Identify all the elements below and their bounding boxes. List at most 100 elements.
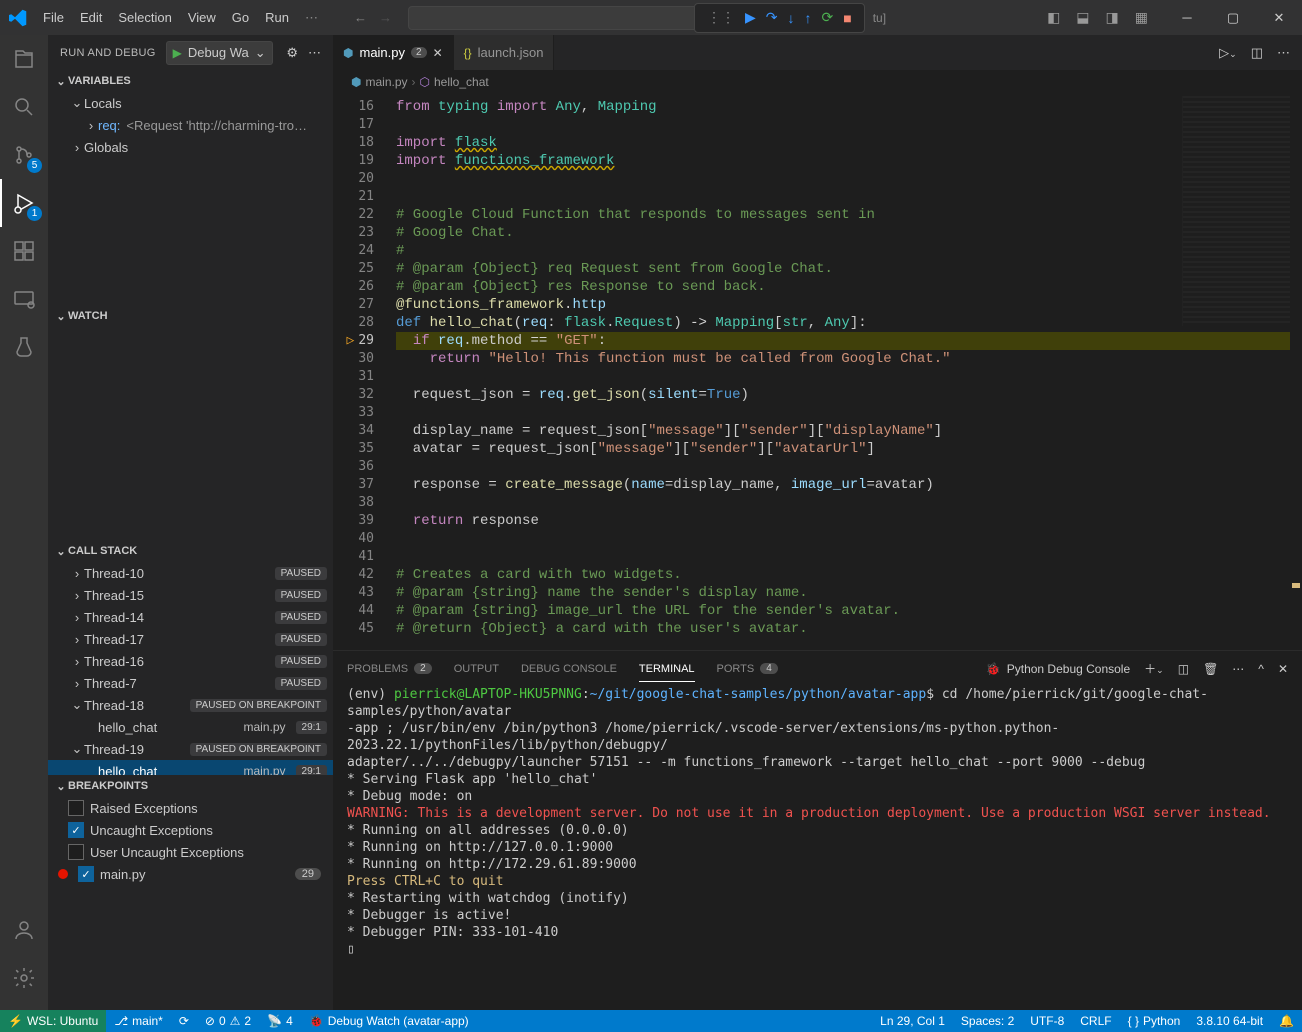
breadcrumb-symbol[interactable]: hello_chat: [434, 75, 489, 89]
panel-tab-debug-console[interactable]: DEBUG CONSOLE: [521, 663, 617, 675]
editor-more-icon[interactable]: ⋯: [1277, 45, 1290, 61]
panel-tab-output[interactable]: OUTPUT: [454, 663, 499, 675]
debug-step-out-icon[interactable]: ↑: [805, 10, 812, 26]
breakpoints-section-head[interactable]: ⌄BREAKPOINTS: [48, 775, 333, 797]
activity-extensions-icon[interactable]: [0, 227, 48, 275]
variables-section-head[interactable]: ⌄VARIABLES: [48, 70, 333, 92]
status-encoding[interactable]: UTF-8: [1022, 1010, 1072, 1032]
breadcrumb[interactable]: ⬢ main.py › ⬡ hello_chat: [333, 70, 1302, 94]
activity-testing-icon[interactable]: [0, 323, 48, 371]
bp-user-uncaught[interactable]: User Uncaught Exceptions: [48, 841, 333, 863]
variable-req[interactable]: ›req:<Request 'http://charming-tro…: [48, 114, 333, 136]
activity-search-icon[interactable]: [0, 83, 48, 131]
layout-customize-icon[interactable]: ▦: [1135, 9, 1148, 26]
callstack-row[interactable]: hello_chatmain.py29:1: [48, 760, 333, 775]
callstack-row[interactable]: ›Thread-14PAUSED: [48, 606, 333, 628]
status-interpreter[interactable]: 3.8.10 64-bit: [1188, 1010, 1271, 1032]
variables-globals[interactable]: ›Globals: [48, 136, 333, 158]
menu-selection[interactable]: Selection: [110, 10, 179, 25]
bp-file-mainpy[interactable]: ✓main.py29: [48, 863, 333, 885]
menu-run[interactable]: Run: [257, 10, 297, 25]
activity-scm-icon[interactable]: 5: [0, 131, 48, 179]
titlebar: FileEditSelectionViewGoRun ⋯ ← → ⋮⋮ ▶ ↷ …: [0, 0, 1302, 35]
activity-debug-icon[interactable]: 1: [0, 179, 48, 227]
debug-step-into-icon[interactable]: ↓: [788, 10, 795, 26]
activity-account-icon[interactable]: [0, 906, 48, 954]
breadcrumb-file[interactable]: main.py: [365, 75, 407, 89]
tab-close-icon[interactable]: ✕: [433, 46, 443, 60]
bp-uncaught[interactable]: ✓Uncaught Exceptions: [48, 819, 333, 841]
terminal-split-icon[interactable]: ◫: [1178, 662, 1189, 676]
layout-sidebar-left-icon[interactable]: ◧: [1047, 9, 1060, 26]
terminal-select[interactable]: 🐞 Python Debug Console: [986, 662, 1130, 676]
editor[interactable]: 16171819202122232425262728▷2930313233343…: [333, 94, 1302, 650]
status-spaces[interactable]: Spaces: 2: [953, 1010, 1022, 1032]
debug-step-over-icon[interactable]: ↷: [766, 9, 778, 26]
status-lang[interactable]: { } Python: [1120, 1010, 1189, 1032]
status-remote[interactable]: ⚡ WSL: Ubuntu: [0, 1010, 106, 1032]
panel-tab-ports[interactable]: PORTS4: [717, 663, 778, 675]
tab-launch-json[interactable]: {}launch.json: [454, 35, 555, 70]
command-center[interactable]: [408, 6, 698, 30]
menu-go[interactable]: Go: [224, 10, 257, 25]
status-notifications-icon[interactable]: 🔔: [1271, 1010, 1302, 1032]
bp-raised[interactable]: Raised Exceptions: [48, 797, 333, 819]
layout-sidebar-right-icon[interactable]: ◨: [1106, 9, 1119, 26]
debug-config-select[interactable]: ▶ Debug Wa ⌄: [166, 41, 273, 65]
window-minimize-icon[interactable]: ─: [1164, 0, 1210, 35]
callstack-row[interactable]: hello_chatmain.py29:1: [48, 716, 333, 738]
callstack-row[interactable]: ›Thread-10PAUSED: [48, 562, 333, 584]
menu-view[interactable]: View: [180, 10, 224, 25]
tab-modified-badge: 2: [411, 47, 427, 58]
status-problems[interactable]: ⊘ 0 ⚠ 2: [197, 1010, 259, 1032]
tab-main-py[interactable]: ⬢main.py2✕: [333, 35, 454, 70]
status-eol[interactable]: CRLF: [1072, 1010, 1119, 1032]
panel-close-icon[interactable]: ✕: [1278, 662, 1288, 676]
callstack-row[interactable]: ›Thread-15PAUSED: [48, 584, 333, 606]
nav-forward-icon[interactable]: →: [379, 10, 392, 25]
code-content[interactable]: from typing import Any, Mapping import f…: [388, 94, 1302, 650]
status-sync[interactable]: ⟳: [171, 1010, 197, 1032]
menu-edit[interactable]: Edit: [72, 10, 110, 25]
terminal-new-icon[interactable]: ＋⌄: [1144, 660, 1164, 677]
run-file-icon[interactable]: ▷⌄: [1219, 45, 1237, 61]
debug-settings-icon[interactable]: ⚙: [286, 45, 298, 61]
debug-stop-icon[interactable]: ■: [843, 10, 851, 26]
status-cursor[interactable]: Ln 29, Col 1: [872, 1010, 953, 1032]
status-debug[interactable]: 🐞 Debug Watch (avatar-app): [301, 1010, 477, 1032]
variables-locals[interactable]: ⌄Locals: [48, 92, 333, 114]
terminal-kill-icon[interactable]: 🗑: [1203, 662, 1218, 676]
debug-continue-icon[interactable]: ▶: [745, 9, 756, 26]
menu-file[interactable]: File: [35, 10, 72, 25]
window-close-icon[interactable]: ✕: [1256, 0, 1302, 35]
callstack-row[interactable]: ›Thread-17PAUSED: [48, 628, 333, 650]
activity-settings-icon[interactable]: [0, 954, 48, 1002]
callstack-row[interactable]: ⌄Thread-19PAUSED ON BREAKPOINT: [48, 738, 333, 760]
callstack-row[interactable]: ›Thread-7PAUSED: [48, 672, 333, 694]
activity-explorer-icon[interactable]: [0, 35, 48, 83]
debug-restart-icon[interactable]: ⟳: [822, 9, 834, 26]
window-maximize-icon[interactable]: ▢: [1210, 0, 1256, 35]
chevron-down-icon[interactable]: ⌄: [255, 45, 266, 61]
debug-more-icon[interactable]: ⋯: [308, 45, 321, 61]
debug-grip-icon[interactable]: ⋮⋮: [707, 9, 735, 26]
callstack-row[interactable]: ⌄Thread-18PAUSED ON BREAKPOINT: [48, 694, 333, 716]
terminal-content[interactable]: (env) pierrick@LAPTOP-HKU5PNNG:~/git/goo…: [333, 686, 1302, 1010]
scm-badge: 5: [27, 158, 42, 173]
callstack-section-head[interactable]: ⌄CALL STACK: [48, 540, 333, 562]
panel-tab-problems[interactable]: PROBLEMS2: [347, 663, 432, 675]
layout-panel-icon[interactable]: ⬓: [1076, 9, 1089, 26]
panel-tab-terminal[interactable]: TERMINAL: [639, 663, 695, 682]
status-branch[interactable]: ⎇ main*: [106, 1010, 171, 1032]
debug-start-icon[interactable]: ▶: [173, 46, 182, 60]
callstack-row[interactable]: ›Thread-16PAUSED: [48, 650, 333, 672]
menu-overflow-icon[interactable]: ⋯: [297, 10, 326, 26]
split-editor-icon[interactable]: ◫: [1251, 45, 1263, 61]
panel-maximize-icon[interactable]: ^: [1258, 662, 1264, 676]
nav-back-icon[interactable]: ←: [354, 10, 367, 25]
tab-label: main.py: [359, 45, 405, 60]
status-ports[interactable]: 📡 4: [259, 1010, 301, 1032]
activity-remote-explorer-icon[interactable]: [0, 275, 48, 323]
watch-section-head[interactable]: ⌄WATCH: [48, 305, 333, 327]
terminal-more-icon[interactable]: ⋯: [1232, 662, 1244, 676]
